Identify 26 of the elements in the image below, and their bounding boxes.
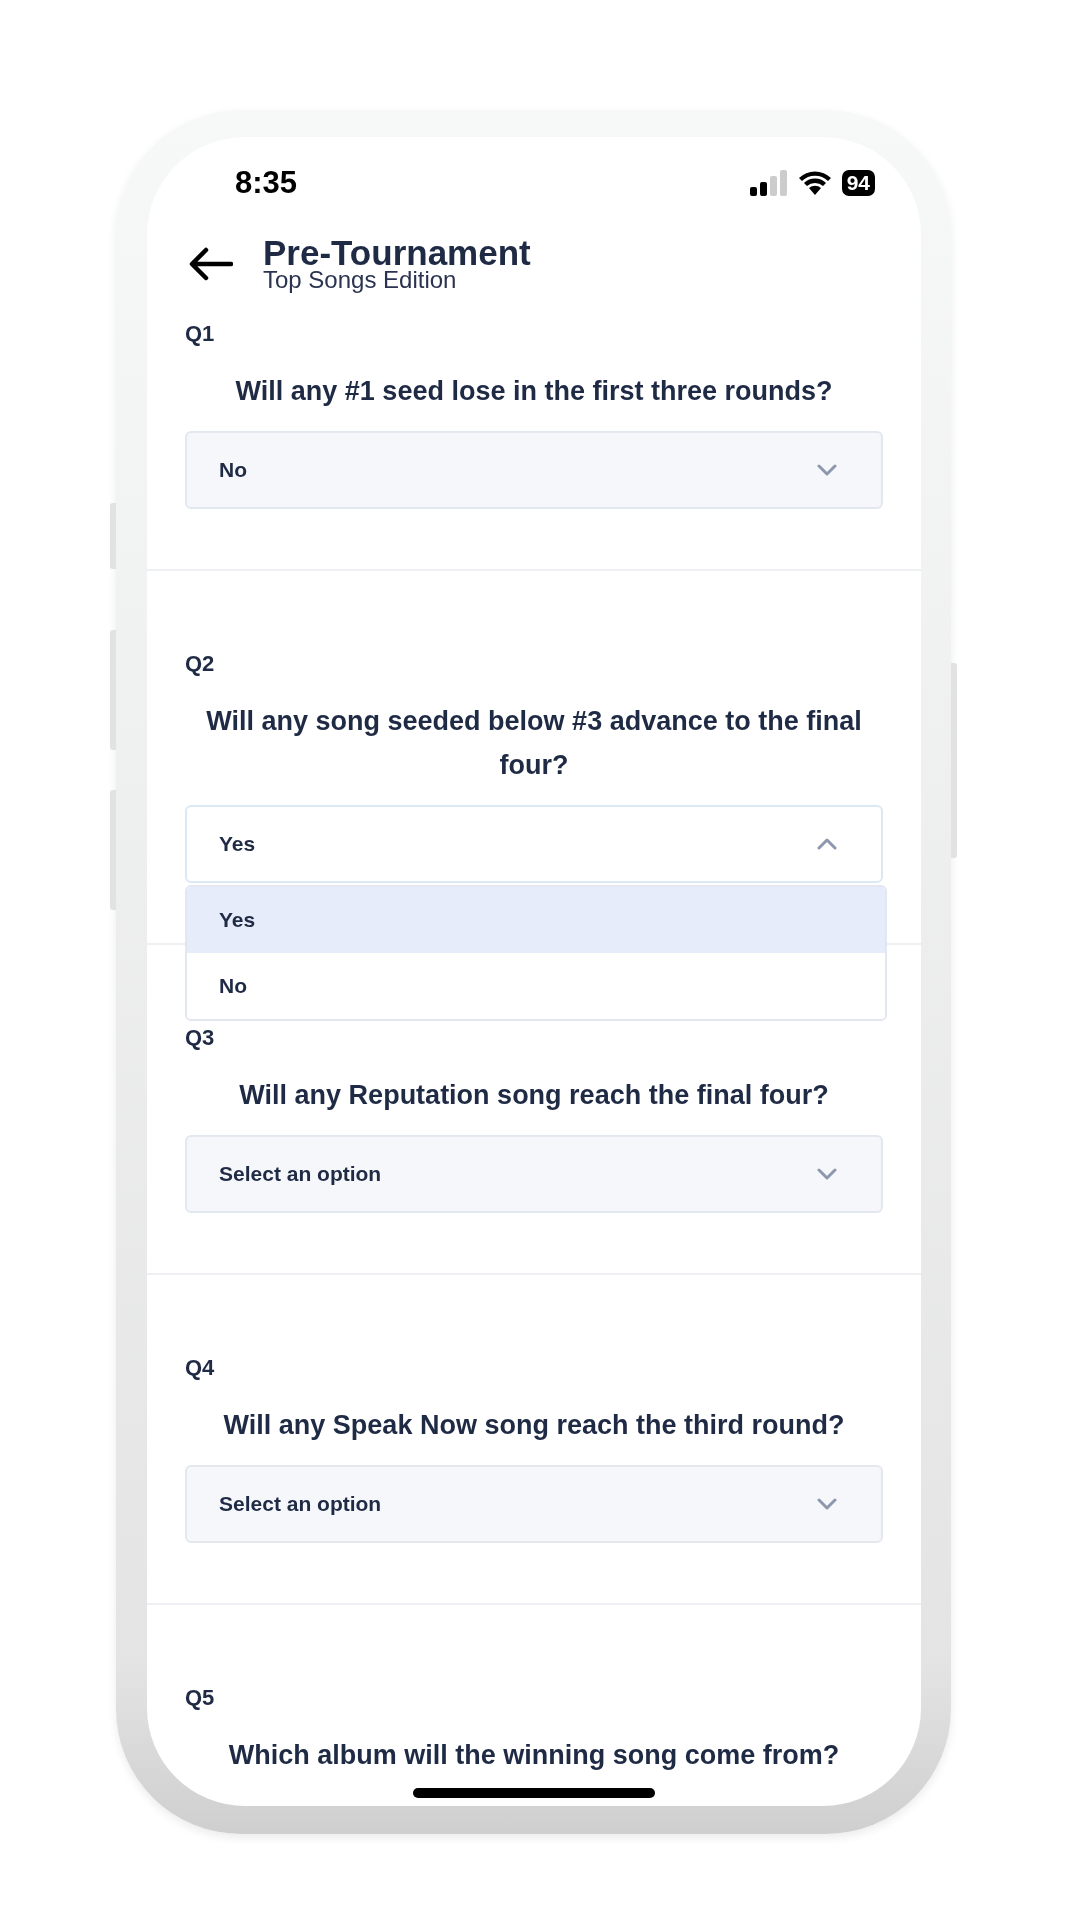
page-title: Pre-Tournament <box>263 237 531 269</box>
question-text: Will any song seeded below #3 advance to the final four? <box>205 705 863 782</box>
answer-dropdown[interactable]: Select an option <box>185 1135 883 1213</box>
battery-level: 94 <box>841 170 875 196</box>
question-number: Q1 <box>185 321 216 347</box>
question-text: Will any Speak Now song reach the third round? <box>222 1409 846 1442</box>
wifi-icon <box>797 170 832 196</box>
question-number: Q4 <box>185 1355 216 1381</box>
dropdown-option[interactable]: Yes <box>187 887 885 953</box>
answer-dropdown[interactable]: No <box>185 431 883 509</box>
chevron-icon <box>817 1168 837 1180</box>
question-number: Q2 <box>185 651 216 677</box>
answer-dropdown[interactable]: Yes <box>185 805 883 883</box>
question-text: Which album will the winning song come from? <box>227 1739 841 1772</box>
question-number: Q5 <box>185 1685 216 1711</box>
chevron-icon <box>817 1498 837 1510</box>
chevron-icon <box>817 464 837 476</box>
page-subtitle: Top Songs Edition <box>263 269 458 291</box>
question-number: Q3 <box>185 1025 216 1051</box>
question-text: Will any #1 seed lose in the first three rounds? <box>234 375 834 408</box>
chevron-icon <box>817 838 837 850</box>
back-arrow-icon[interactable] <box>189 247 233 281</box>
status-time: 8:35 <box>235 165 298 201</box>
signal-icon <box>749 170 788 196</box>
question-text: Will any Reputation song reach the final four? <box>238 1079 830 1112</box>
answer-dropdown[interactable]: Select an option <box>185 1465 883 1543</box>
